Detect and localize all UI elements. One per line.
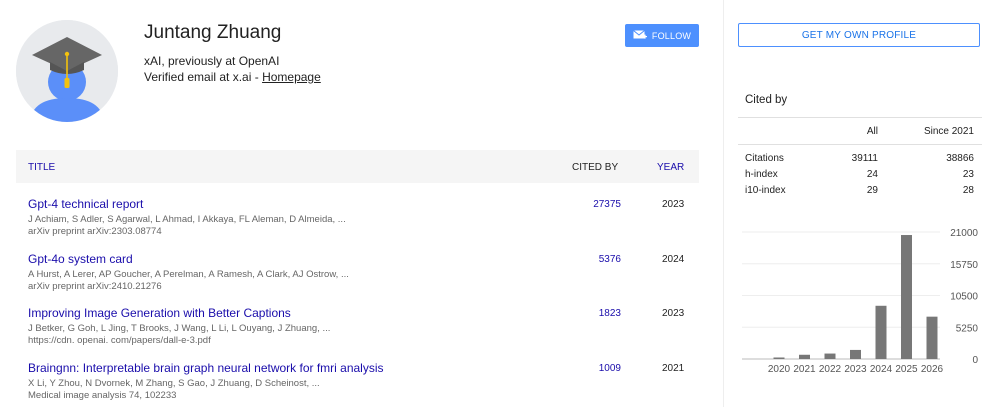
email-plus-icon bbox=[633, 30, 647, 39]
column-divider bbox=[723, 0, 724, 407]
profile-affiliation: xAI, previously at OpenAI bbox=[144, 54, 280, 68]
paper-venue: https://cdn. openai. com/papers/dall-e-3… bbox=[28, 335, 211, 346]
stats-all: 24 bbox=[866, 169, 878, 180]
x-tick-label: 2020 bbox=[768, 364, 791, 375]
paper-year: 2023 bbox=[662, 308, 685, 319]
chart-bar-2021[interactable] bbox=[799, 354, 810, 359]
chart-bar-2026[interactable] bbox=[926, 316, 938, 359]
x-tick-label: 2023 bbox=[844, 364, 867, 375]
follow-button[interactable]: FOLLOW bbox=[625, 24, 699, 47]
profile-email: Verified email at x.ai - Homepage bbox=[144, 70, 321, 84]
y-tick-label: 5250 bbox=[956, 323, 979, 334]
stats-label: Citations bbox=[745, 153, 784, 164]
paper-authors: J Betker, G Goh, L Jing, T Brooks, J Wan… bbox=[28, 323, 331, 334]
paper-year: 2024 bbox=[662, 254, 685, 265]
stats-since: 38866 bbox=[946, 153, 974, 164]
chart-bar-2024[interactable] bbox=[875, 305, 887, 359]
avatar bbox=[16, 20, 118, 122]
stats-header-row: All Since 2021 bbox=[738, 118, 982, 144]
homepage-link[interactable]: Homepage bbox=[262, 70, 321, 84]
paper-venue: Medical image analysis 74, 102233 bbox=[28, 390, 177, 401]
get-my-own-profile-button[interactable]: GET MY OWN PROFILE bbox=[738, 23, 980, 47]
citations-bar-chart: 0 5250 10500 15750 21000 2020 2021 2022 2023 2024… bbox=[742, 228, 979, 375]
stats-since: 23 bbox=[962, 169, 974, 180]
y-tick-label: 15750 bbox=[950, 260, 978, 271]
header-title[interactable]: TITLE bbox=[28, 162, 55, 173]
graduate-avatar-icon bbox=[16, 20, 118, 122]
x-tick-label: 2026 bbox=[921, 364, 944, 375]
paper-year: 2023 bbox=[662, 199, 685, 210]
table-header: TITLE CITED BY YEAR bbox=[16, 150, 699, 183]
x-tick-label: 2025 bbox=[895, 364, 918, 375]
stats-row-h-index: h-index 24 23 bbox=[738, 167, 982, 183]
paper-authors: A Hurst, A Lerer, AP Goucher, A Perelman… bbox=[28, 269, 349, 280]
paper-venue: arXiv preprint arXiv:2303.08774 bbox=[28, 226, 162, 237]
y-tick-label: 0 bbox=[972, 355, 978, 366]
paper-title[interactable]: Improving Image Generation with Better C… bbox=[28, 306, 291, 320]
profile-name: Juntang Zhuang bbox=[144, 22, 282, 43]
paper-cited-by[interactable]: 27375 bbox=[593, 199, 621, 210]
paper-venue: arXiv preprint arXiv:2410.21276 bbox=[28, 281, 162, 292]
table-row: Gpt-4 technical report J Achiam, S Adler… bbox=[16, 197, 699, 251]
stats-all: 29 bbox=[866, 185, 878, 196]
stats-label: i10-index bbox=[745, 185, 786, 196]
paper-cited-by[interactable]: 1009 bbox=[599, 363, 621, 374]
chart-bar-2023[interactable] bbox=[850, 349, 861, 359]
table-row: Gpt-4o system card A Hurst, A Lerer, AP … bbox=[16, 252, 699, 306]
cited-by-title: Cited by bbox=[745, 94, 788, 106]
stats-row-i10-index: i10-index 29 28 bbox=[738, 183, 982, 199]
x-tick-label: 2024 bbox=[870, 364, 893, 375]
citation-stats-table: All Since 2021 Citations 39111 38866 h-i… bbox=[738, 117, 982, 199]
paper-title[interactable]: Gpt-4o system card bbox=[28, 252, 133, 266]
table-row: Braingnn: Interpretable brain graph neur… bbox=[16, 361, 699, 407]
y-tick-label: 21000 bbox=[950, 228, 978, 239]
paper-cited-by[interactable]: 1823 bbox=[599, 308, 621, 319]
y-tick-label: 10500 bbox=[950, 292, 978, 303]
header-year[interactable]: YEAR bbox=[657, 162, 684, 173]
header-cited-by[interactable]: CITED BY bbox=[572, 162, 618, 173]
stats-col-since: Since 2021 bbox=[923, 126, 974, 137]
paper-title[interactable]: Gpt-4 technical report bbox=[28, 197, 143, 211]
stats-label: h-index bbox=[745, 169, 778, 180]
paper-year: 2021 bbox=[662, 363, 685, 374]
stats-since: 28 bbox=[962, 185, 974, 196]
paper-cited-by[interactable]: 5376 bbox=[599, 254, 621, 265]
stats-row-citations: Citations 39111 38866 bbox=[738, 151, 982, 167]
stats-all: 39111 bbox=[851, 153, 878, 164]
chart-bar-2025[interactable] bbox=[901, 235, 912, 359]
follow-label: FOLLOW bbox=[651, 30, 692, 41]
paper-authors: J Achiam, S Adler, S Agarwal, L Ahmad, I… bbox=[28, 214, 346, 225]
chart-bar-2020[interactable] bbox=[773, 357, 785, 359]
table-row: Improving Image Generation with Better C… bbox=[16, 306, 699, 360]
chart-bar-2022[interactable] bbox=[824, 353, 836, 359]
email-text: Verified email at x.ai - bbox=[144, 70, 263, 84]
x-tick-label: 2022 bbox=[819, 364, 842, 375]
x-tick-label: 2021 bbox=[793, 364, 816, 375]
stats-col-all: All bbox=[866, 126, 878, 137]
paper-title[interactable]: Braingnn: Interpretable brain graph neur… bbox=[28, 361, 384, 375]
paper-authors: X Li, Y Zhou, N Dvornek, M Zhang, S Gao,… bbox=[28, 378, 320, 389]
